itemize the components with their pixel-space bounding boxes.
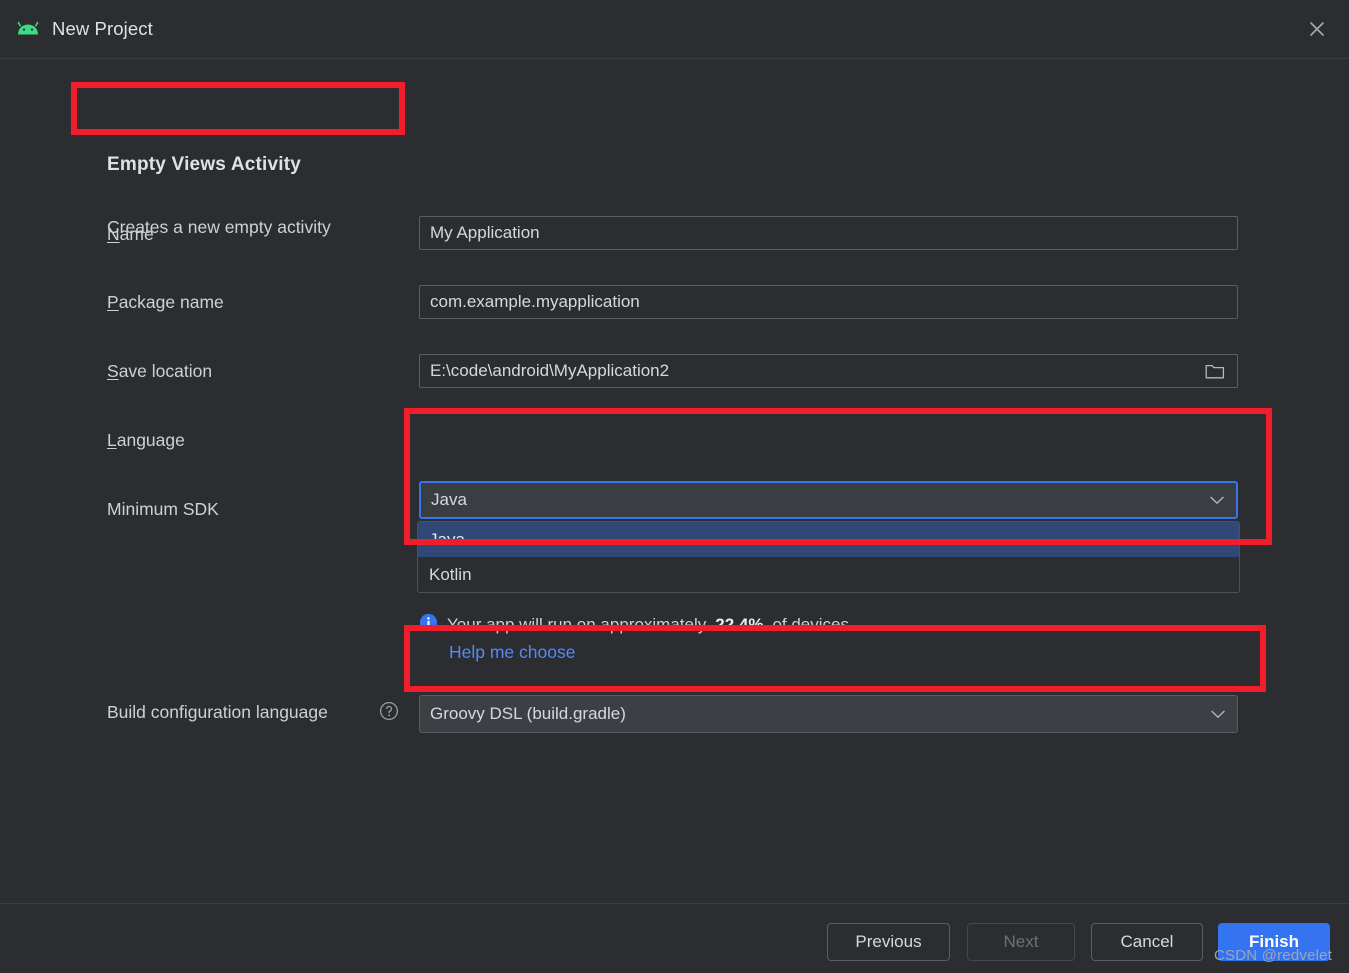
- package-name-input-value: com.example.myapplication: [430, 292, 640, 311]
- name-input[interactable]: My Application: [419, 216, 1238, 250]
- previous-button[interactable]: Previous: [827, 923, 950, 961]
- package-name-label-mnemonic: P: [107, 292, 119, 312]
- info-circle-icon: [419, 613, 438, 637]
- language-dropdown-popup[interactable]: Java Kotlin: [417, 521, 1240, 593]
- device-coverage-info: Your app will run on approximately 22.4%…: [419, 613, 854, 637]
- question-circle-icon[interactable]: [379, 701, 399, 721]
- save-location-input-value: E:\code\android\MyApplication2: [430, 361, 670, 380]
- chevron-down-icon: [1208, 491, 1226, 509]
- name-input-value: My Application: [430, 223, 540, 242]
- dialog-footer: Previous Next Cancel Finish: [0, 903, 1349, 973]
- language-label: Language: [107, 430, 185, 451]
- language-option-kotlin[interactable]: Kotlin: [418, 557, 1239, 592]
- folder-icon[interactable]: [1203, 359, 1227, 383]
- close-icon[interactable]: [1285, 0, 1349, 58]
- name-label-rest: ame: [119, 224, 154, 244]
- package-name-input[interactable]: com.example.myapplication: [419, 285, 1238, 319]
- build-configuration-language-value: Groovy DSL (build.gradle): [430, 704, 626, 723]
- help-me-choose-link[interactable]: Help me choose: [449, 642, 575, 663]
- build-configuration-language-label: Build configuration language: [107, 702, 328, 722]
- next-button: Next: [967, 923, 1075, 961]
- name-label-mnemonic: N: [107, 224, 120, 244]
- build-configuration-language-combobox[interactable]: Groovy DSL (build.gradle): [419, 695, 1238, 733]
- new-project-dialog: New Project Empty Views Activity Creates…: [0, 0, 1349, 973]
- dialog-title: New Project: [52, 18, 153, 39]
- minimum-sdk-label: Minimum SDK: [107, 499, 219, 519]
- package-name-label: Package name: [107, 292, 224, 313]
- chevron-down-icon: [1209, 705, 1227, 723]
- language-combobox-value: Java: [431, 490, 467, 509]
- device-coverage-text-before: Your app will run on approximately: [447, 615, 707, 634]
- language-combobox[interactable]: Java: [419, 481, 1238, 519]
- language-label-rest: anguage: [116, 430, 185, 450]
- save-location-input[interactable]: E:\code\android\MyApplication2: [419, 354, 1238, 388]
- android-robot-icon: [14, 15, 42, 43]
- name-label: Name: [107, 224, 154, 245]
- language-option-java[interactable]: Java: [418, 522, 1239, 557]
- device-coverage-percent: 22.4%: [715, 615, 764, 634]
- template-name: Empty Views Activity: [107, 154, 302, 175]
- save-location-label-rest: ave location: [118, 361, 213, 381]
- watermark: CSDN @redvelet: [1214, 947, 1333, 964]
- package-name-label-rest: ackage name: [118, 292, 224, 312]
- language-label-mnemonic: L: [107, 430, 117, 450]
- cancel-button[interactable]: Cancel: [1091, 923, 1203, 961]
- device-coverage-text-after: of devices.: [772, 615, 854, 634]
- save-location-label: Save location: [107, 361, 212, 382]
- dialog-titlebar: New Project: [0, 0, 1349, 59]
- save-location-label-mnemonic: S: [107, 361, 119, 381]
- dialog-content: Empty Views Activity Creates a new empty…: [0, 59, 1349, 903]
